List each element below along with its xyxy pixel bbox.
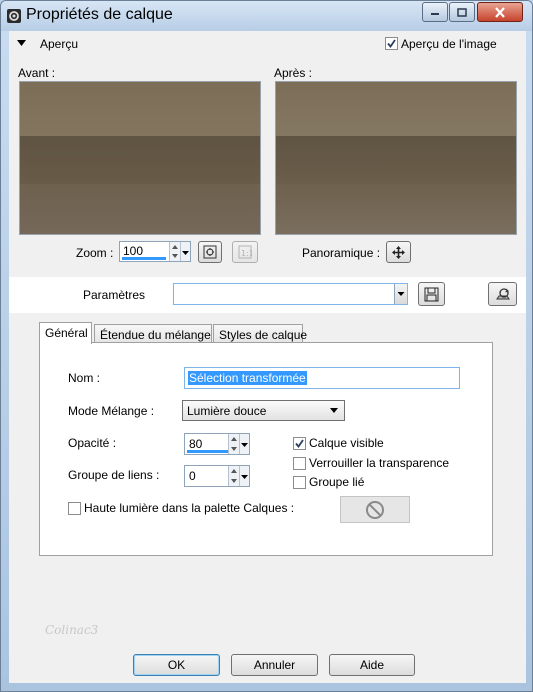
cancel-button[interactable]: Annuler (231, 654, 318, 676)
blend-mode-label: Mode Mélange : (68, 404, 155, 418)
window-title: Propriétés de calque (26, 6, 173, 23)
linked-group-label: Groupe lié (309, 475, 365, 489)
chevron-down-icon (182, 251, 189, 255)
presets-bar: Paramètres (9, 277, 526, 313)
minimize-button[interactable] (422, 2, 448, 22)
link-group-input[interactable]: 0 (184, 465, 250, 487)
layer-visible-checkbox[interactable] (293, 437, 306, 450)
opacity-value: 80 (189, 437, 203, 451)
zoom-label: Zoom : (76, 246, 114, 260)
preview-section-label: Aperçu (40, 37, 79, 51)
zoom-fit-button[interactable] (198, 241, 222, 263)
zoom-input[interactable]: 100 (119, 241, 191, 262)
spin-arrows-icon (172, 245, 178, 258)
tab-blend-range[interactable]: Étendue du mélange (94, 324, 212, 344)
show-preview-label: Aperçu de l'image (401, 37, 497, 51)
ok-button[interactable]: OK (133, 654, 220, 676)
preview-band-top (20, 82, 260, 136)
presets-dropdown[interactable] (173, 283, 408, 305)
svg-text:1:1: 1:1 (241, 249, 252, 258)
save-icon (424, 287, 439, 301)
actual-size-icon: 1:1 (238, 245, 252, 259)
opacity-label: Opacité : (68, 436, 117, 450)
tab-general[interactable]: Général (39, 322, 92, 344)
link-group-dropdown[interactable] (239, 466, 249, 486)
zoom-dropdown[interactable] (180, 242, 190, 261)
save-preset-button[interactable] (418, 282, 445, 306)
presets-dropdown-arrow[interactable] (394, 284, 407, 304)
title-bar[interactable]: Propriétés de calque (1, 1, 532, 31)
after-label: Après : (274, 66, 313, 80)
chevron-down-icon (241, 475, 248, 479)
layer-name-value: Sélection transformée (188, 371, 307, 385)
link-group-value: 0 (189, 469, 196, 483)
blend-mode-dropdown[interactable]: Lumière douce (182, 400, 345, 421)
checkmark-icon (295, 439, 304, 448)
pan-label: Panoramique : (302, 246, 381, 260)
blend-mode-value: Lumière douce (187, 404, 267, 418)
link-group-spinner[interactable] (228, 466, 239, 486)
preview-band-top (276, 82, 516, 136)
opacity-slider-bar[interactable] (187, 450, 233, 453)
help-button[interactable]: Aide (329, 654, 415, 676)
highlight-label: Haute lumière dans la palette Calques : (84, 501, 295, 515)
highlight-color-swatch[interactable] (340, 496, 410, 523)
layer-properties-window: Propriétés de calque Aperçu Aperçu de l'… (0, 0, 533, 692)
preview-band-middle (20, 136, 260, 184)
pan-button[interactable] (386, 241, 411, 263)
minimize-icon (431, 13, 439, 15)
general-tab-panel: Nom : Sélection transformée Mode Mélange… (39, 342, 493, 556)
chevron-down-icon (241, 443, 248, 447)
reset-preset-button[interactable] (488, 282, 517, 306)
chevron-down-icon (330, 408, 338, 413)
close-button[interactable] (477, 2, 523, 22)
no-color-icon (366, 500, 384, 519)
zoom-value: 100 (123, 244, 144, 258)
spin-arrows-icon (231, 437, 237, 451)
chevron-down-icon (397, 292, 405, 296)
checkmark-icon (387, 39, 396, 48)
opacity-spinner[interactable] (228, 434, 239, 454)
maximize-button[interactable] (449, 2, 475, 22)
presets-label: Paramètres (83, 288, 146, 302)
show-preview-checkbox[interactable] (385, 37, 398, 50)
before-preview (19, 81, 261, 235)
zoom-spinner[interactable] (169, 242, 180, 261)
reset-icon (495, 287, 510, 299)
lock-transparency-checkbox[interactable] (293, 457, 306, 470)
maximize-icon (457, 7, 467, 17)
app-icon (7, 9, 21, 23)
spin-arrows-icon (231, 469, 237, 483)
close-icon (495, 6, 505, 18)
zoom-slider-bar[interactable] (122, 257, 166, 260)
zoom-actual-size-button[interactable]: 1:1 (232, 241, 258, 263)
tab-layer-styles[interactable]: Styles de calque (213, 324, 307, 344)
zoom-fit-icon (203, 245, 217, 259)
before-label: Avant : (18, 66, 56, 80)
preview-band-bottom (276, 184, 516, 234)
linked-group-checkbox[interactable] (293, 476, 306, 489)
layer-visible-label: Calque visible (309, 436, 384, 450)
watermark: Colinac3 (45, 623, 99, 637)
preview-section-header: Aperçu Aperçu de l'image (9, 31, 526, 57)
preview-band-middle (276, 136, 516, 184)
dialog-body: Aperçu Aperçu de l'image Avant : Après :… (9, 31, 526, 683)
opacity-input[interactable]: 80 (184, 433, 250, 455)
link-group-label: Groupe de liens : (68, 468, 160, 482)
layer-name-input[interactable]: Sélection transformée (184, 367, 460, 389)
collapse-arrow-icon[interactable] (17, 40, 26, 47)
move-icon (392, 245, 405, 259)
after-preview (275, 81, 517, 235)
opacity-dropdown[interactable] (239, 434, 249, 454)
lock-transparency-label: Verrouiller la transparence (309, 456, 450, 470)
highlight-checkbox[interactable] (68, 502, 81, 515)
preview-band-bottom (20, 184, 260, 234)
name-label: Nom : (68, 371, 101, 385)
